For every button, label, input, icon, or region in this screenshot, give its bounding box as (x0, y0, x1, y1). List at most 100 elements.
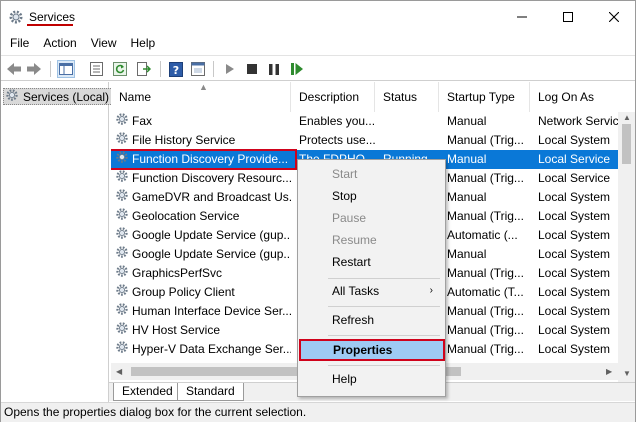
service-name: Geolocation Service (132, 209, 240, 223)
service-log-on-as: Local System (538, 209, 611, 223)
service-startup-type: Manual (Trig... (447, 171, 524, 185)
mmc-icon[interactable] (189, 60, 207, 78)
maximize-icon (563, 12, 573, 22)
minimize-button[interactable] (499, 1, 545, 33)
menu-action[interactable]: Action (36, 33, 83, 54)
service-name-cell: GraphicsPerfSvc (115, 264, 291, 283)
service-log-on-as: Local System (538, 133, 611, 147)
scroll-down-icon[interactable]: ▼ (623, 369, 631, 378)
service-gear-icon (115, 302, 129, 321)
service-gear-icon (115, 321, 129, 340)
menu-item-label: All Tasks (332, 284, 380, 298)
export-list-icon[interactable] (135, 60, 153, 78)
service-gear-icon (115, 340, 129, 359)
tree-item-services-local[interactable]: Services (Local) (3, 88, 114, 105)
service-log-on-as: Local System (538, 285, 611, 299)
service-log-on-as: Local System (538, 190, 611, 204)
column-header-label: Status (383, 90, 418, 104)
maximize-button[interactable] (545, 1, 591, 33)
forward-arrow-icon[interactable] (25, 60, 43, 78)
title-annotation-underline (27, 24, 73, 26)
service-name-cell: Geolocation Service (115, 207, 291, 226)
menu-item-properties[interactable]: Properties (299, 339, 445, 361)
menu-item-start[interactable]: Start (300, 163, 443, 185)
service-startup-type: Manual (Trig... (447, 266, 524, 280)
sort-ascending-icon: ▲ (199, 82, 208, 92)
services-gear-icon (5, 88, 19, 105)
service-log-on-as: Local Service (538, 152, 611, 166)
column-header-status[interactable]: Status (375, 82, 439, 112)
service-gear-icon (115, 283, 129, 302)
window-title: Services (29, 10, 76, 24)
scroll-up-icon[interactable]: ▲ (623, 113, 631, 122)
menu-item-all-tasks[interactable]: All Tasks › (300, 280, 443, 302)
service-name-cell: HV Host Service (115, 321, 291, 340)
service-name: HV Host Service (132, 323, 221, 337)
column-header-description[interactable]: Description (291, 82, 375, 112)
context-menu: Start Stop Pause Resume Restart All Task… (297, 159, 446, 397)
menu-help[interactable]: Help (124, 33, 163, 54)
toolbar-separator (50, 61, 51, 77)
scroll-thumb[interactable] (622, 124, 631, 164)
menu-item-resume[interactable]: Resume (300, 229, 443, 251)
column-header-label: Description (299, 90, 360, 104)
service-row[interactable]: File History Service Protects use... Manua… (111, 131, 621, 150)
menu-item-refresh[interactable]: Refresh (300, 309, 443, 331)
service-log-on-as: Network Service (538, 114, 626, 128)
menu-file[interactable]: File (1, 33, 36, 54)
service-name: Group Policy Client (132, 285, 235, 299)
properties-sheet-icon[interactable] (87, 60, 105, 78)
console-tree-pane: Services (Local) (1, 82, 114, 402)
service-name-cell: GameDVR and Broadcast Us... (115, 188, 291, 207)
close-button[interactable] (591, 1, 636, 33)
column-header-log-on-as[interactable]: Log On As (530, 82, 635, 112)
service-row[interactable]: Fax Enables you... Manual Network Service (111, 112, 625, 131)
menu-item-restart[interactable]: Restart (300, 251, 443, 273)
service-startup-type: Manual (Trig... (447, 304, 524, 318)
refresh-icon[interactable] (111, 60, 129, 78)
toolbar-separator (213, 61, 214, 77)
tab-extended[interactable]: Extended (113, 383, 182, 401)
stop-icon[interactable] (243, 60, 261, 78)
pause-icon[interactable] (265, 60, 283, 78)
service-name-cell: Group Policy Client (115, 283, 291, 302)
service-gear-icon (115, 169, 129, 188)
menu-separator (328, 335, 440, 336)
menu-view[interactable]: View (84, 33, 124, 54)
service-gear-icon (115, 264, 129, 283)
service-name: Function Discovery Resourc... (132, 171, 291, 185)
column-header-label: Log On As (538, 90, 595, 104)
back-arrow-icon[interactable] (5, 60, 23, 78)
play-icon[interactable] (221, 60, 239, 78)
service-name: Hyper-V Data Exchange Ser... (132, 342, 291, 356)
chevron-right-icon: › (429, 285, 433, 296)
scroll-left-icon[interactable]: ◀ (116, 367, 122, 376)
service-startup-type: Manual (447, 247, 487, 261)
resume-icon[interactable] (288, 60, 306, 78)
menu-item-pause[interactable]: Pause (300, 207, 443, 229)
menu-separator (328, 278, 440, 279)
service-description: Enables you... (299, 114, 376, 128)
column-header-name[interactable]: ▲ Name (111, 82, 291, 112)
menu-separator (328, 365, 440, 366)
column-header-startup-type[interactable]: Startup Type (439, 82, 530, 112)
scroll-right-icon[interactable]: ▶ (606, 367, 612, 376)
tree-item-label: Services (Local) (23, 89, 110, 104)
title-bar[interactable]: Services (1, 1, 635, 33)
console-tree-icon[interactable] (57, 60, 75, 78)
column-header-label: Startup Type (447, 90, 515, 104)
service-log-on-as: Local System (538, 323, 611, 337)
help-icon[interactable]: ? (167, 60, 185, 78)
menu-item-stop[interactable]: Stop (300, 185, 443, 207)
service-name-cell: Fax (115, 112, 291, 131)
service-log-on-as: Local Service (538, 171, 611, 185)
service-startup-type: Manual (447, 152, 487, 166)
vertical-scrollbar[interactable]: ▲ ▼ (618, 112, 635, 382)
service-log-on-as: Local System (538, 228, 611, 242)
service-startup-type: Manual (Trig... (447, 323, 524, 337)
tab-standard[interactable]: Standard (177, 383, 244, 401)
service-name: File History Service (132, 133, 236, 147)
service-startup-type: Manual (447, 190, 487, 204)
menu-item-help[interactable]: Help (300, 368, 443, 390)
service-name: Google Update Service (gup... (132, 247, 291, 261)
